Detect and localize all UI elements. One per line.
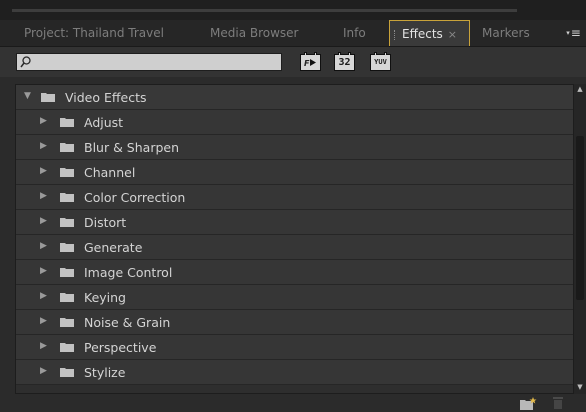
folder-icon	[60, 293, 74, 302]
tab-media-browser-label: Media Browser	[210, 26, 299, 40]
close-icon[interactable]: ×	[448, 28, 457, 41]
32-bit-effects-button[interactable]: 32	[334, 52, 355, 71]
panel-footer	[0, 394, 586, 412]
tree-item-channel[interactable]: ▶ Channel	[16, 160, 573, 185]
tree-item-noise-grain[interactable]: ▶ Noise & Grain	[16, 310, 573, 335]
panel-menu-icon[interactable]: ▾≡	[561, 20, 586, 46]
tab-project-label: Project: Thailand Travel	[24, 26, 164, 40]
folder-icon	[60, 193, 74, 202]
collapsed-triangle-icon[interactable]: ▶	[40, 166, 47, 176]
tab-info[interactable]: Info	[343, 20, 366, 46]
collapsed-triangle-icon[interactable]: ▶	[40, 366, 47, 376]
tree-item-label: Keying	[84, 290, 126, 305]
tree-item-label: Generate	[84, 240, 143, 255]
search-toolbar: F 32 YUV	[0, 47, 586, 77]
yuv-effects-button[interactable]: YUV	[370, 52, 391, 71]
tree-item-label: Distort	[84, 215, 127, 230]
tab-grip-icon[interactable]	[394, 29, 398, 40]
collapsed-triangle-icon[interactable]: ▶	[40, 266, 47, 276]
tree-item-label: Color Correction	[84, 190, 186, 205]
collapsed-triangle-icon[interactable]: ▶	[40, 241, 47, 251]
tree-item-blur-sharpen[interactable]: ▶ Blur & Sharpen	[16, 135, 573, 160]
tab-markers-label: Markers	[482, 26, 530, 40]
tree-item-label: Adjust	[84, 115, 124, 130]
accelerated-icon: F	[304, 59, 316, 68]
scroll-up-icon[interactable]: ▲	[574, 85, 586, 93]
collapsed-triangle-icon[interactable]: ▶	[40, 316, 47, 326]
search-icon	[20, 56, 31, 68]
effects-tree: ▼ Video Effects ▶ Adjust ▶ Blur & Sharpe…	[15, 84, 574, 394]
folder-icon	[60, 343, 74, 352]
tree-item-image-control[interactable]: ▶ Image Control	[16, 260, 573, 285]
vertical-scrollbar[interactable]: ▲ ▼	[574, 84, 586, 394]
scrollbar-thumb[interactable]	[576, 136, 584, 300]
tab-media-browser[interactable]: Media Browser	[210, 20, 298, 46]
tab-effects[interactable]: Effects ×	[389, 20, 470, 46]
tree-item-stylize[interactable]: ▶ Stylize	[16, 360, 573, 385]
panel-tab-bar: Project: Thailand Travel Media Browser I…	[0, 20, 586, 47]
expand-triangle-icon[interactable]: ▼	[24, 91, 31, 101]
tab-effects-label: Effects	[402, 27, 443, 41]
accelerated-effects-button[interactable]: F	[300, 52, 321, 71]
window-top-strip	[0, 0, 586, 20]
yuv-label: YUV	[374, 58, 387, 66]
folder-icon	[41, 93, 55, 102]
folder-icon	[60, 318, 74, 327]
folder-icon	[60, 218, 74, 227]
tree-item-perspective[interactable]: ▶ Perspective	[16, 335, 573, 360]
collapsed-triangle-icon[interactable]: ▶	[40, 291, 47, 301]
collapsed-triangle-icon[interactable]: ▶	[40, 191, 47, 201]
tree-item-label: Blur & Sharpen	[84, 140, 180, 155]
tree-root-row[interactable]: ▼ Video Effects	[16, 85, 573, 110]
folder-icon	[60, 143, 74, 152]
tree-root-label: Video Effects	[65, 90, 147, 105]
collapsed-triangle-icon[interactable]: ▶	[40, 116, 47, 126]
trash-icon[interactable]	[552, 396, 564, 410]
collapsed-triangle-icon[interactable]: ▶	[40, 141, 47, 151]
frame-divider	[12, 9, 517, 12]
tab-info-label: Info	[343, 26, 366, 40]
tab-markers[interactable]: Markers	[482, 20, 530, 46]
collapsed-triangle-icon[interactable]: ▶	[40, 216, 47, 226]
tree-item-generate[interactable]: ▶ Generate	[16, 235, 573, 260]
svg-text:F: F	[304, 59, 310, 68]
folder-icon	[60, 168, 74, 177]
tree-item-keying[interactable]: ▶ Keying	[16, 285, 573, 310]
tree-item-adjust[interactable]: ▶ Adjust	[16, 110, 573, 135]
tree-item-label: Stylize	[84, 365, 126, 380]
search-field[interactable]	[16, 53, 282, 71]
search-input[interactable]	[33, 54, 279, 70]
collapsed-triangle-icon[interactable]: ▶	[40, 341, 47, 351]
scroll-down-icon[interactable]: ▼	[574, 383, 586, 391]
folder-icon	[60, 118, 74, 127]
tree-item-label: Noise & Grain	[84, 315, 171, 330]
folder-icon	[60, 268, 74, 277]
folder-icon	[60, 243, 74, 252]
folder-icon	[60, 368, 74, 377]
tab-project[interactable]: Project: Thailand Travel	[24, 20, 164, 46]
tree-item-label: Perspective	[84, 340, 157, 355]
tree-item-color-correction[interactable]: ▶ Color Correction	[16, 185, 573, 210]
tree-item-label: Image Control	[84, 265, 173, 280]
new-custom-bin-icon[interactable]	[520, 397, 537, 410]
tree-item-label: Channel	[84, 165, 136, 180]
tree-item-distort[interactable]: ▶ Distort	[16, 210, 573, 235]
32-bit-label: 32	[338, 57, 351, 68]
